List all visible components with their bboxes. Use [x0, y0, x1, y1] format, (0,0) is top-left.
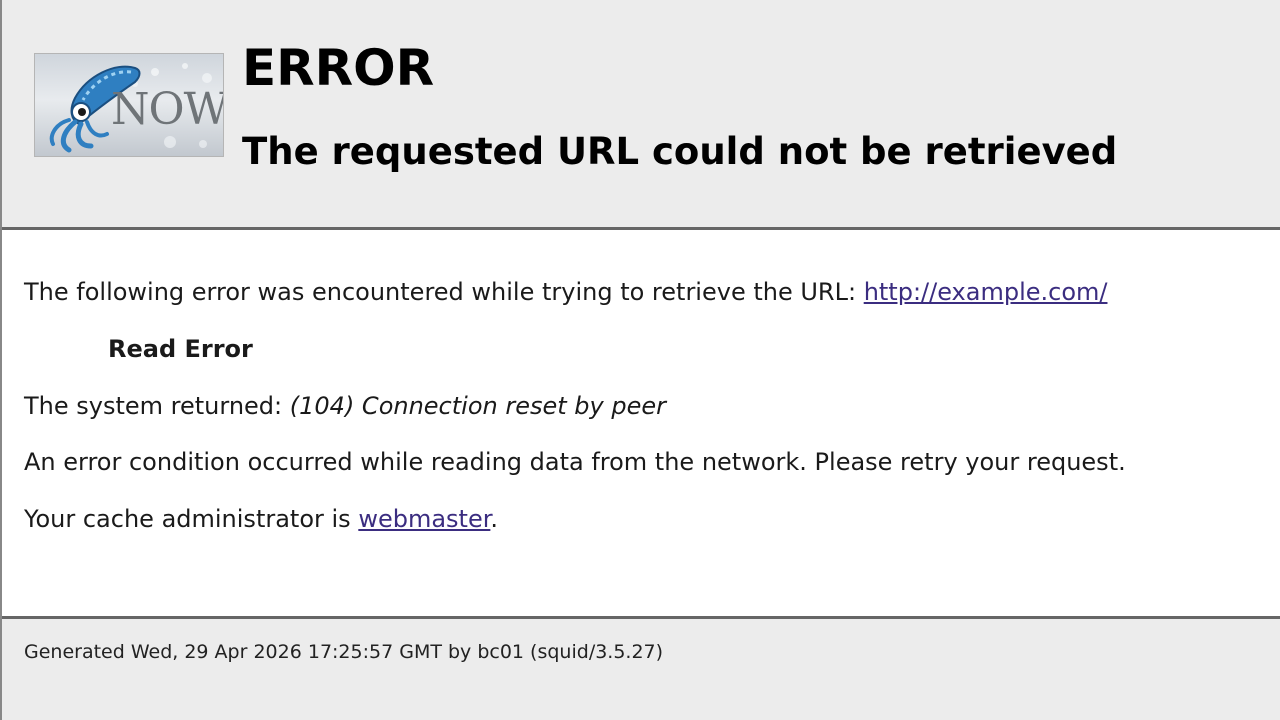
logo-text: NOW [111, 84, 224, 135]
intro-paragraph: The following error was encountered whil… [24, 278, 1264, 307]
footer: Generated Wed, 29 Apr 2026 17:25:57 GMT … [2, 616, 1280, 720]
admin-prefix: Your cache administrator is [24, 505, 359, 534]
description-paragraph: An error condition occurred while readin… [24, 448, 1126, 477]
generated-text: Generated Wed, 29 Apr 2026 17:25:57 GMT … [24, 641, 664, 663]
error-name: Read Error [108, 334, 253, 363]
intro-text: The following error was encountered whil… [24, 278, 864, 306]
webmaster-link[interactable]: webmaster [358, 505, 490, 533]
error-subtitle: The requested URL could not be retrieved [242, 130, 1118, 173]
title-banner: NOW ERROR The requested URL could not be… [2, 0, 1280, 230]
error-page: NOW ERROR The requested URL could not be… [0, 0, 1280, 720]
system-prefix: The system returned: [24, 391, 290, 420]
error-title: ERROR [242, 39, 435, 97]
requested-url-link[interactable]: http://example.com/ [864, 278, 1108, 306]
error-content: The following error was encountered whil… [24, 278, 1264, 562]
squid-logo: NOW [34, 53, 224, 157]
admin-suffix: . [490, 505, 499, 534]
admin-paragraph: Your cache administrator is webmaster. [24, 505, 1264, 534]
system-paragraph: The system returned: (104) Connection re… [24, 392, 1264, 421]
system-error: (104) Connection reset by peer [289, 391, 666, 420]
